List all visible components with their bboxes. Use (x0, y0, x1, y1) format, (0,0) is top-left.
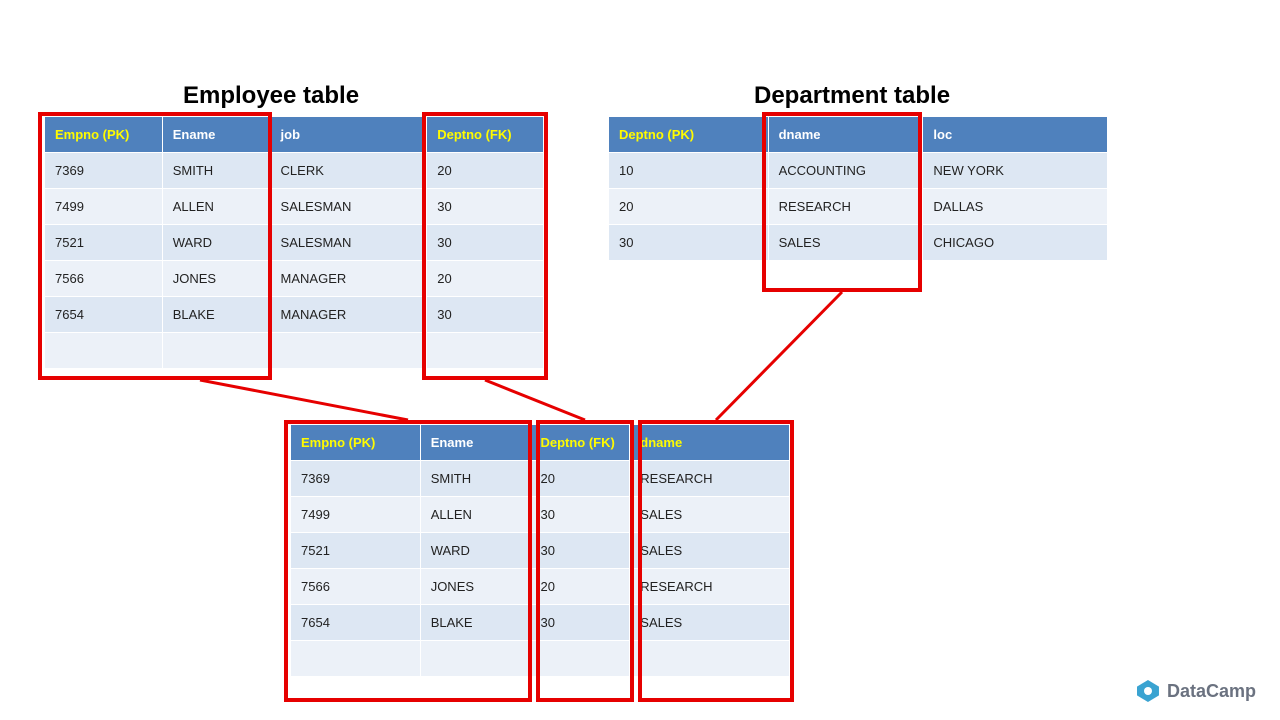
table-row: 7369SMITHCLERK20 (45, 153, 544, 189)
table-row (291, 641, 790, 677)
col-dname: dname (768, 117, 923, 153)
table-row (45, 333, 544, 369)
employee-table: Empno (PK) Ename job Deptno (FK) 7369SMI… (44, 116, 544, 369)
department-table: Deptno (PK) dname loc 10ACCOUNTINGNEW YO… (608, 116, 1108, 261)
department-table-title: Department table (754, 82, 950, 110)
table-row: 7566JONESMANAGER20 (45, 261, 544, 297)
datacamp-logo: DataCamp (1137, 680, 1256, 702)
table-row: 7654BLAKE30SALES (291, 605, 790, 641)
col-ename-j: Ename (420, 425, 530, 461)
table-row: 7521WARDSALESMAN30 (45, 225, 544, 261)
table-row: 30SALESCHICAGO (609, 225, 1108, 261)
col-loc: loc (923, 117, 1108, 153)
col-job: job (270, 117, 427, 153)
joined-table: Empno (PK) Ename Deptno (FK) dname 7369S… (290, 424, 790, 677)
table-row: 20RESEARCHDALLAS (609, 189, 1108, 225)
table-row: 7654BLAKEMANAGER30 (45, 297, 544, 333)
col-deptno-fk-j: Deptno (FK) (530, 425, 630, 461)
col-empno-pk: Empno (PK) (45, 117, 163, 153)
table-row: 7499ALLENSALESMAN30 (45, 189, 544, 225)
table-row: 7566JONES20RESEARCH (291, 569, 790, 605)
table-row: 7369SMITH20RESEARCH (291, 461, 790, 497)
col-ename: Ename (162, 117, 270, 153)
col-dname-j: dname (630, 425, 790, 461)
brand-name: DataCamp (1167, 681, 1256, 702)
employee-table-title: Employee table (183, 82, 359, 110)
col-deptno-pk: Deptno (PK) (609, 117, 769, 153)
col-deptno-fk: Deptno (FK) (427, 117, 544, 153)
shield-icon (1137, 680, 1159, 702)
table-row: 7521WARD30SALES (291, 533, 790, 569)
table-row: 10ACCOUNTINGNEW YORK (609, 153, 1108, 189)
col-empno-pk-j: Empno (PK) (291, 425, 421, 461)
table-row: 7499ALLEN30SALES (291, 497, 790, 533)
